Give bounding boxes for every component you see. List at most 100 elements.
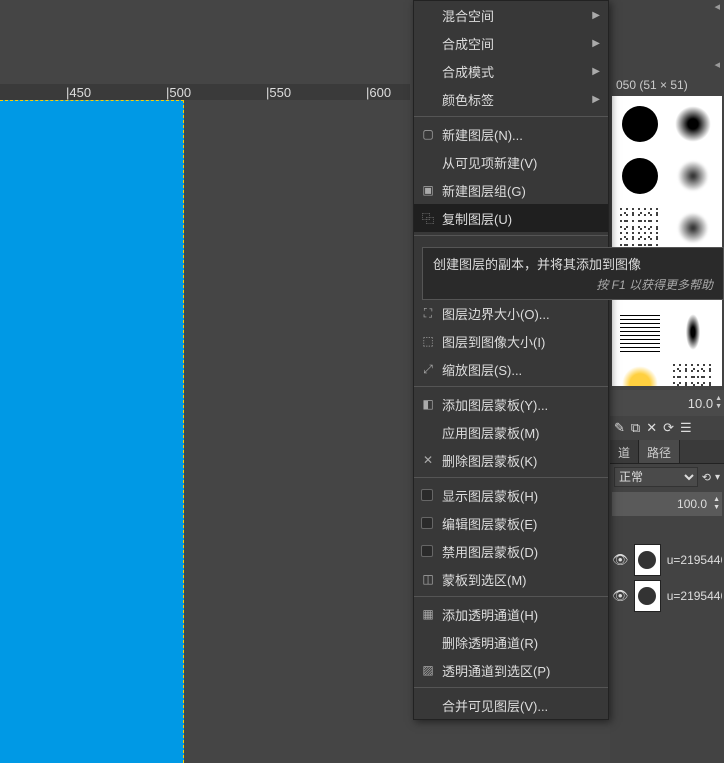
brush-swatch[interactable] [616,152,664,200]
menu-item[interactable]: 合并可见图层(V)... [414,691,608,719]
menu-item[interactable]: ▦ 添加透明通道(H) [414,600,608,628]
menu-label: 合成空间 [442,34,494,53]
visibility-icon[interactable]: 👁 [612,588,628,604]
brush-swatch[interactable] [669,152,717,200]
submenu-arrow-icon: ▶ [592,66,600,77]
visibility-icon[interactable]: 👁 [612,552,628,568]
brush-swatch[interactable] [669,308,717,356]
menu-label: 新建图层组(G) [442,181,526,200]
duplicate-icon[interactable]: ⧉ [631,420,640,436]
brush-swatch[interactable] [669,360,717,386]
menu-item[interactable]: ⛶图层边界大小(O)... [414,299,608,327]
menu-item: 编辑图层蒙板(E) [414,509,608,537]
submenu-arrow-icon: ▶ [592,10,600,21]
menu-item: ✕删除图层蒙板(K) [414,446,608,474]
refresh-icon[interactable]: ⟳ [663,420,674,436]
layer-item[interactable]: 👁 u=21954467 [610,578,724,614]
brush-toolbar: ✎ ⧉ ✕ ⟳ ☰ [610,416,724,440]
menu-item: 显示图层蒙板(H) [414,481,608,509]
menu-icon: ⛶ [420,306,436,321]
menu-item[interactable]: 混合空间 ▶ [414,1,608,29]
dock-handle[interactable]: ◂ [610,0,724,18]
mode-menu-icon[interactable]: ▾ [715,472,720,483]
menu-item[interactable]: ▨ 透明通道到选区(P) [414,656,608,684]
dock-handle-2[interactable]: ◂ [610,58,724,76]
menu-item: ◫ 蒙板到选区(M) [414,565,608,593]
menu-label: 添加图层蒙板(Y)... [442,395,548,414]
panel-tabs: 道 路径 [610,440,724,464]
menu-item[interactable]: 从可见项新建(V) [414,148,608,176]
menu-item[interactable]: ▢ 新建图层(N)... [414,120,608,148]
blend-mode-select[interactable]: 正常 [614,467,698,487]
menu-item[interactable]: ⤢ 缩放图层(S)... [414,355,608,383]
menu-icon: ▨ [420,663,436,677]
brush-swatch[interactable] [669,100,717,148]
menu-item[interactable]: ⬚图层到图像大小(I) [414,327,608,355]
menu-label: 显示图层蒙板(H) [442,486,538,505]
menu-item: 删除透明通道(R) [414,628,608,656]
menu-label: 透明通道到选区(P) [442,661,550,680]
canvas-area[interactable] [0,100,184,763]
menu-label: 混合空间 [442,6,494,25]
menu-item[interactable]: ▣ 新建图层组(G) [414,176,608,204]
menu-item: 应用图层蒙板(M) [414,418,608,446]
brush-swatch[interactable] [616,360,664,386]
layer-item[interactable]: 👁 u=21954467 [610,542,724,578]
menu-label: 应用图层蒙板(M) [442,423,540,442]
checkbox-icon [421,517,433,529]
layer-thumbnail[interactable] [634,580,661,612]
mode-reset-icon[interactable]: ⟲ [702,471,711,484]
menu-label: 删除图层蒙板(K) [442,451,537,470]
edit-icon[interactable]: ✎ [614,420,625,436]
checkbox-icon [421,545,433,557]
menu-label: 合并可见图层(V)... [442,696,548,715]
menu-label: 图层到图像大小(I) [442,332,545,351]
menu-icon: ⿻ [420,210,436,227]
menu-label: 颜色标签 [442,90,494,109]
menu-item[interactable]: 合成模式▶ [414,57,608,85]
opacity-spinner[interactable]: ▲▼ [711,496,722,512]
spinner-buttons[interactable]: ▲▼ [715,395,722,411]
menu-icon: ▦ [420,607,436,621]
brush-info: 050 (51 × 51) [610,76,724,96]
tooltip-text: 创建图层的副本，并将其添加到图像 [433,254,713,273]
right-panel: ◂ ◂ 050 (51 × 51) 10.0 ▲▼ ✎ ⧉ ✕ ⟳ ☰ 道 路径… [610,0,724,763]
menu-label: 添加透明通道(H) [442,605,538,624]
menu-label: 复制图层(U) [442,209,512,228]
menu-label: 蒙板到选区(M) [442,570,527,589]
brush-swatch[interactable] [616,308,664,356]
menu-item: 禁用图层蒙板(D) [414,537,608,565]
menu-icon: ◧ [420,397,436,411]
layer-context-menu: 混合空间▶合成空间▶合成模式▶颜色标签▶▢新建图层(N)...从可见项新建(V)… [413,0,609,720]
menu-label: 从可见项新建(V) [442,153,537,172]
menu-item[interactable]: ⿻复制图层(U) [414,204,608,232]
menu-label: 新建图层(N)... [442,125,523,144]
menu-item[interactable]: 颜色标签▶ [414,85,608,113]
menu-icon[interactable]: ☰ [680,420,692,436]
tooltip: 创建图层的副本，并将其添加到图像 按 F1 以获得更多帮助 [422,247,724,300]
menu-label: 缩放图层(S)... [442,360,522,379]
brush-swatch[interactable] [616,204,664,252]
menu-icon: ▢ [420,127,436,141]
opacity-slider[interactable]: 100.0 ▲▼ [612,492,722,516]
menu-item[interactable]: ◧ 添加图层蒙板(Y)... [414,390,608,418]
tab-channels[interactable]: 道 [610,440,639,463]
delete-icon[interactable]: ✕ [646,420,657,436]
brush-size-spinner[interactable]: 10.0 ▲▼ [610,390,724,416]
brush-swatch[interactable] [669,204,717,252]
menu-icon: ⤢ [420,362,436,377]
submenu-arrow-icon: ▶ [592,38,600,49]
layer-name: u=21954467 [667,589,722,603]
layer-thumbnail[interactable] [634,544,661,576]
tab-paths[interactable]: 路径 [639,440,680,463]
brush-swatch[interactable] [616,100,664,148]
menu-icon: ▣ [420,183,436,197]
ruler-horizontal: |450 |500 |550 |600 [0,84,410,100]
checkbox-icon [421,489,433,501]
menu-label: 删除透明通道(R) [442,633,538,652]
menu-item[interactable]: 合成空间 ▶ [414,29,608,57]
brush-grid[interactable] [612,96,722,386]
menu-icon: ◫ [420,572,436,586]
menu-label: 编辑图层蒙板(E) [442,514,537,533]
layer-name: u=21954467 [667,553,722,567]
